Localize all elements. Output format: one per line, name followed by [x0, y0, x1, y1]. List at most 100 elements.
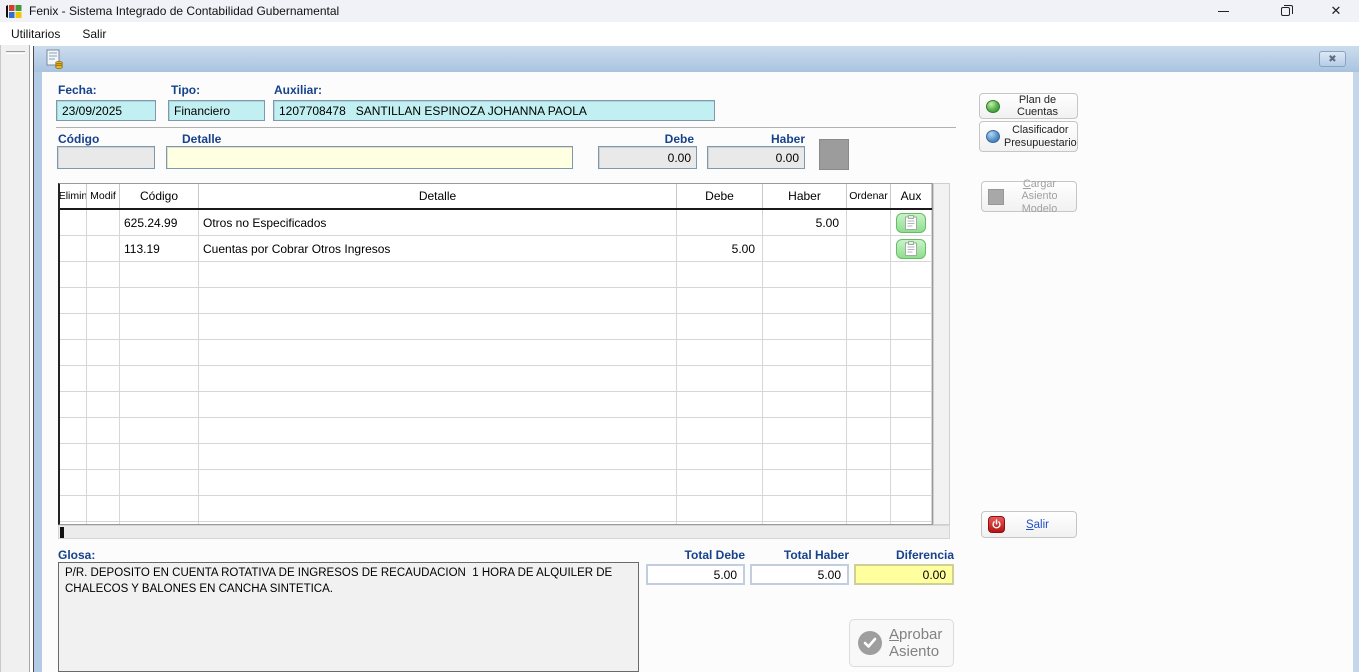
table-row[interactable]: [60, 340, 932, 366]
salir-button[interactable]: Salir: [981, 511, 1077, 538]
table-row[interactable]: [60, 314, 932, 340]
cell-codigo: [120, 444, 199, 469]
debe-entry-field[interactable]: 0.00: [598, 146, 697, 169]
cell-modif: [87, 210, 120, 235]
cell-codigo: [120, 496, 199, 521]
debe-entry-label: Debe: [598, 132, 694, 146]
auxiliar-field[interactable]: 1207708478 SANTILLAN ESPINOZA JOHANNA PA…: [273, 100, 715, 121]
cell-ordenar: [847, 314, 891, 339]
cell-debe: [677, 314, 763, 339]
close-icon: [1331, 2, 1342, 20]
cell-detalle: [199, 340, 677, 365]
col-codigo[interactable]: Código: [120, 184, 199, 208]
add-line-button[interactable]: [819, 139, 849, 170]
cell-ordenar: [847, 444, 891, 469]
table-row[interactable]: [60, 444, 932, 470]
cell-debe: [677, 470, 763, 495]
table-row[interactable]: [60, 288, 932, 314]
restore-button[interactable]: [1262, 0, 1308, 22]
tipo-label: Tipo:: [171, 83, 200, 97]
col-aux[interactable]: Aux: [891, 184, 932, 208]
table-vertical-scrollbar[interactable]: [933, 183, 950, 525]
plan-de-cuentas-button[interactable]: Plan de Cuentas: [979, 93, 1078, 119]
aux-detail-button[interactable]: [896, 213, 926, 233]
aux-detail-button[interactable]: [896, 239, 926, 259]
cell-detalle: [199, 314, 677, 339]
table-row[interactable]: [60, 470, 932, 496]
cell-haber: 5.00: [763, 210, 847, 235]
horizontal-scrollbar-thumb[interactable]: [60, 527, 64, 538]
table-row[interactable]: 113.19Cuentas por Cobrar Otros Ingresos5…: [60, 236, 932, 262]
cell-elimin: [60, 236, 87, 261]
child-close-button[interactable]: [1319, 51, 1346, 67]
panel-grip-handle[interactable]: [6, 51, 25, 54]
col-debe[interactable]: Debe: [677, 184, 763, 208]
cell-codigo: [120, 366, 199, 391]
cell-elimin: [60, 496, 87, 521]
codigo-entry-field[interactable]: [57, 146, 155, 169]
minimize-button[interactable]: [1200, 0, 1246, 22]
cell-aux: [891, 366, 932, 391]
salir-label: Salir: [1026, 519, 1049, 531]
menu-utilitarios[interactable]: Utilitarios: [0, 22, 71, 45]
cell-modif: [87, 288, 120, 313]
cell-debe: [677, 288, 763, 313]
cell-elimin: [60, 392, 87, 417]
table-row[interactable]: [60, 392, 932, 418]
col-modif[interactable]: Modif: [87, 184, 120, 208]
table-row[interactable]: 625.24.99Otros no Especificados5.00: [60, 210, 932, 236]
menu-bar: Utilitarios Salir: [0, 22, 1359, 45]
close-button[interactable]: [1313, 0, 1359, 22]
table-row[interactable]: [60, 366, 932, 392]
left-collapsed-panel[interactable]: [0, 45, 30, 672]
fecha-field[interactable]: 23/09/2025: [56, 100, 156, 121]
diferencia-label: Diferencia: [854, 548, 954, 562]
cell-elimin: [60, 470, 87, 495]
cell-haber: [763, 392, 847, 417]
cell-detalle: [199, 288, 677, 313]
cell-haber: [763, 262, 847, 287]
col-haber[interactable]: Haber: [763, 184, 847, 208]
window-titlebar: Fenix - Sistema Integrado de Contabilida…: [0, 0, 1359, 22]
document-coins-icon: [46, 49, 64, 69]
aprobar-asiento-button[interactable]: Aprobar Asiento: [849, 619, 954, 667]
cell-codigo: 625.24.99: [120, 210, 199, 235]
detalle-entry-field[interactable]: [166, 146, 573, 169]
haber-entry-field[interactable]: 0.00: [707, 146, 805, 169]
cell-debe: [677, 210, 763, 235]
cell-elimin: [60, 340, 87, 365]
haber-entry-label: Haber: [707, 132, 805, 146]
table-horizontal-scrollbar[interactable]: [58, 525, 950, 539]
table-row[interactable]: [60, 496, 932, 522]
asiento-child-window: Fecha: Tipo: Auxiliar: 23/09/2025 Financ…: [33, 46, 1359, 672]
col-detalle[interactable]: Detalle: [199, 184, 677, 208]
cell-codigo: [120, 470, 199, 495]
clasificador-presupuestario-button[interactable]: Clasificador Presupuestario: [979, 121, 1078, 152]
cell-aux: [891, 210, 932, 235]
col-ordenar[interactable]: Ordenar: [847, 184, 891, 208]
tipo-field[interactable]: Financiero: [168, 100, 265, 121]
child-titlebar: [34, 46, 1359, 72]
app-logo-icon: [6, 4, 22, 19]
cell-codigo: [120, 288, 199, 313]
cell-ordenar: [847, 496, 891, 521]
cargar-asiento-modelo-button[interactable]: Cargar Asiento Modelo: [981, 181, 1077, 212]
col-elimin[interactable]: Elimin: [60, 184, 87, 208]
cell-elimin: [60, 288, 87, 313]
cargar-asiento-label: Cargar Asiento Modelo: [1009, 178, 1070, 215]
cell-debe: [677, 444, 763, 469]
detalle-entry-label: Detalle: [182, 132, 221, 146]
cell-aux: [891, 496, 932, 521]
table-row[interactable]: [60, 262, 932, 288]
glosa-textarea[interactable]: P/R. DEPOSITO EN CUENTA ROTATIVA DE INGR…: [58, 562, 639, 672]
cell-modif: [87, 236, 120, 261]
table-row[interactable]: [60, 418, 932, 444]
cell-ordenar: [847, 236, 891, 261]
cell-codigo: [120, 340, 199, 365]
plan-de-cuentas-label: Plan de Cuentas: [1004, 94, 1071, 118]
cell-haber: [763, 444, 847, 469]
clasificador-label: Clasificador Presupuestario: [1004, 124, 1077, 149]
cell-aux: [891, 470, 932, 495]
cell-ordenar: [847, 288, 891, 313]
menu-salir[interactable]: Salir: [71, 22, 117, 45]
